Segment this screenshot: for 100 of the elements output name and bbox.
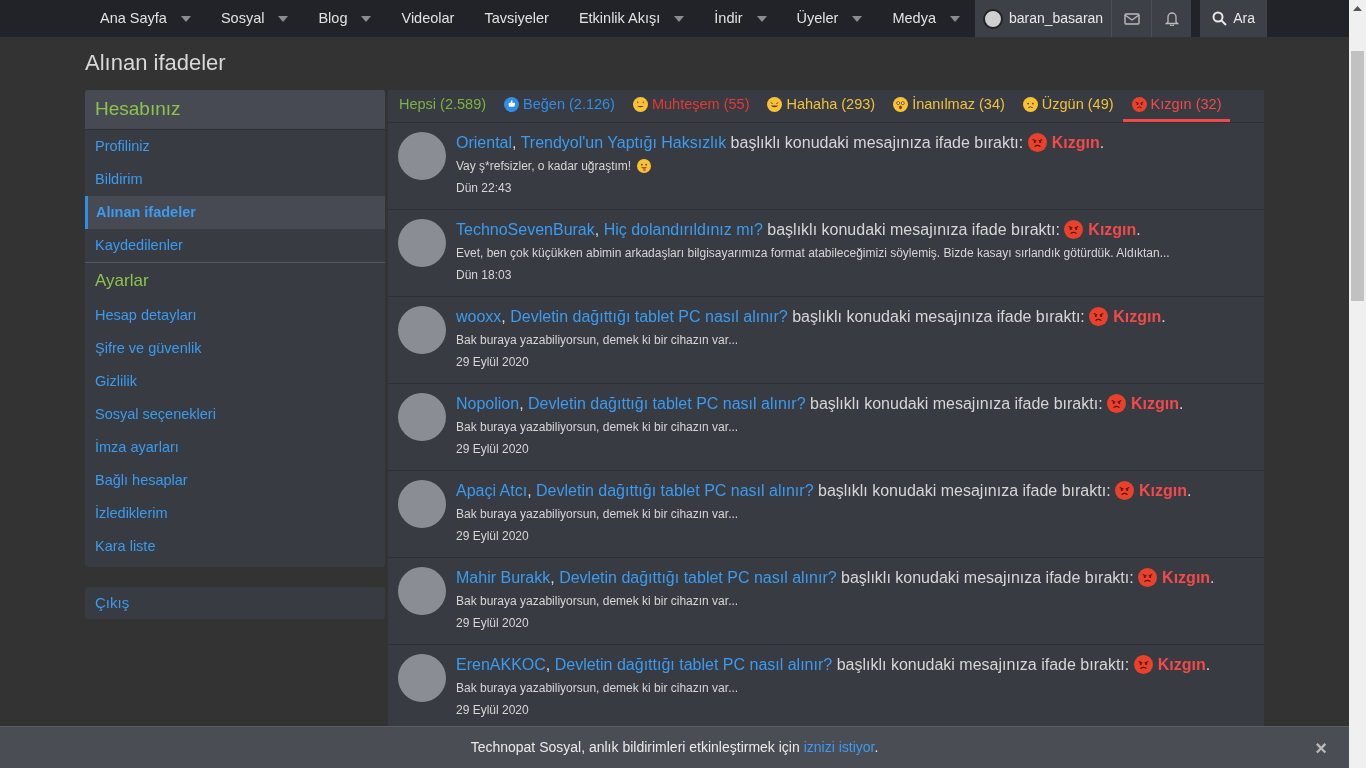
reaction-tab[interactable]: Hahaha (293) bbox=[758, 90, 885, 122]
surprised-face-icon bbox=[893, 97, 909, 112]
user-avatar bbox=[982, 8, 1003, 29]
scroll-up-arrow-icon bbox=[1353, 5, 1362, 11]
sidebar-item[interactable]: Alınan ifadeler bbox=[85, 196, 385, 229]
alert-time: 29 Eylül 2020 bbox=[456, 702, 530, 719]
nav-tab[interactable]: Medya bbox=[877, 0, 975, 37]
avatar-placeholder[interactable] bbox=[398, 654, 446, 702]
sidebar-item[interactable]: Şifre ve güvenlik bbox=[85, 332, 385, 365]
permission-link[interactable]: iznizi istiyor bbox=[803, 739, 875, 755]
avatar-placeholder[interactable] bbox=[398, 480, 446, 528]
angry-face-icon bbox=[1138, 568, 1158, 587]
message-snippet: Bak buraya yazabiliyorsun, demek ki bir cihazın var... bbox=[456, 593, 739, 610]
reaction-tab[interactable]: Muhteşem (55) bbox=[623, 90, 759, 122]
user-link[interactable]: TechnoSevenBurak bbox=[456, 221, 595, 238]
message-snippet: Vay ş*refsizler, o kadar uğraştım! bbox=[456, 158, 632, 175]
sidebar-item[interactable]: İmza ayarları bbox=[85, 431, 385, 464]
alerts-button[interactable] bbox=[1151, 0, 1192, 37]
nav-tab[interactable]: Üyeler bbox=[781, 0, 878, 37]
message-snippet: Bak buraya yazabiliyorsun, demek ki bir cihazın var... bbox=[456, 419, 739, 436]
user-link[interactable]: ErenAKKOC bbox=[456, 656, 546, 673]
laughing-face-icon bbox=[767, 97, 783, 112]
reaction-tab[interactable]: Üzgün (49) bbox=[1013, 90, 1123, 122]
thread-link[interactable]: Trendyol'un Yaptığı Haksızlık bbox=[520, 134, 727, 151]
nav-tab[interactable]: Sosyal bbox=[205, 0, 304, 37]
sidebar-item[interactable]: Profiliniz bbox=[85, 130, 385, 163]
reaction-tab[interactable]: Hepsi (2.589) bbox=[390, 90, 496, 122]
message-snippet: Evet, ben çok küçükken abimin arkadaşları bilgisayarımıza format atabileceğimizi söylemiş. Bizde kasayı sırlandık götürdük. Aldıktan... bbox=[456, 245, 1170, 262]
angry-face-icon bbox=[1089, 307, 1109, 326]
avatar-placeholder[interactable] bbox=[398, 567, 446, 615]
alert-message: Oriental, Trendyol'un Yaptığı Haksızlık başlıklı konudaki mesajınıza ifade bıraktı: Kızgın. bbox=[456, 132, 1105, 154]
nav-tab[interactable]: Tavsiyeler bbox=[469, 0, 564, 37]
envelope-icon bbox=[1123, 12, 1140, 25]
reaction-tab[interactable]: Kızgın (32) bbox=[1122, 90, 1231, 122]
sidebar-item[interactable]: İzlediklerim bbox=[85, 497, 385, 530]
user-link[interactable]: Apaçi Atcı bbox=[456, 482, 528, 499]
banner-message: Technopat Sosyal, anlık bildirimleri etkinleştirmek için iznizi istiyor. bbox=[470, 738, 879, 757]
user-link[interactable]: wooxx bbox=[456, 308, 502, 325]
angry-face-icon bbox=[1027, 133, 1047, 152]
message-snippet: Bak buraya yazabiliyorsun, demek ki bir cihazın var... bbox=[456, 680, 739, 697]
logout-link[interactable]: Çıkış bbox=[85, 587, 385, 619]
page-title: Alınan ifadeler bbox=[85, 49, 227, 77]
bell-icon bbox=[1164, 11, 1179, 26]
alert-message: Mahir Burakk, Devletin dağıttığı tablet PC nasıl alınır? başlıklı konudaki mesajınıza ifade bıraktı: Kızgın. bbox=[456, 567, 1215, 589]
angry-face-icon bbox=[1115, 481, 1134, 500]
user-link[interactable]: Nopolion bbox=[456, 395, 520, 412]
search-icon bbox=[1212, 11, 1228, 26]
sidebar-item[interactable]: Kaydedilenler bbox=[85, 229, 385, 262]
alert-message: Apaçi Atcı, Devletin dağıttığı tablet PC nasıl alınır? başlıklı konudaki mesajınıza ifade bıraktı: Kızgın. bbox=[456, 480, 1192, 502]
avatar-placeholder[interactable] bbox=[398, 132, 446, 180]
thread-link[interactable]: Devletin dağıttığı tablet PC nasıl alınır? bbox=[528, 395, 806, 412]
alert-time: Dün 18:03 bbox=[456, 267, 513, 284]
inbox-button[interactable] bbox=[1111, 0, 1152, 37]
search-button[interactable]: Ara bbox=[1200, 0, 1267, 37]
thread-link[interactable]: Devletin dağıttığı tablet PC nasıl alınır? bbox=[536, 482, 814, 499]
alert-time: 29 Eylül 2020 bbox=[456, 528, 530, 545]
thread-link[interactable]: Devletin dağıttığı tablet PC nasıl alınır? bbox=[510, 308, 788, 325]
nav-tab[interactable]: İndir bbox=[699, 0, 782, 37]
user-menu[interactable]: baran_basaran bbox=[974, 0, 1112, 37]
alert-time: 29 Eylül 2020 bbox=[456, 354, 530, 371]
angry-face-icon bbox=[1133, 655, 1153, 674]
angry-face-icon bbox=[1107, 394, 1126, 413]
nav-tab[interactable]: Ana Sayfa bbox=[85, 0, 206, 37]
thumbs-up-icon bbox=[504, 97, 520, 112]
heart-eyes-face-icon bbox=[632, 97, 648, 112]
avatar-placeholder[interactable] bbox=[398, 393, 446, 441]
sidebar-item[interactable]: Sosyal seçenekleri bbox=[85, 398, 385, 431]
user-link[interactable]: Oriental bbox=[456, 134, 513, 151]
thread-link[interactable]: Hiç dolandırıldınız mı? bbox=[603, 221, 763, 238]
avatar-placeholder[interactable] bbox=[398, 219, 446, 267]
alert-message: Nopolion, Devletin dağıttığı tablet PC nasıl alınır? başlıklı konudaki mesajınıza ifade bıraktı: Kızgın. bbox=[456, 393, 1184, 415]
sidebar-item[interactable]: Hesap detayları bbox=[85, 299, 385, 332]
alert-time: Dün 22:43 bbox=[456, 180, 513, 197]
sidebar-item[interactable]: Kara liste bbox=[85, 530, 385, 563]
nav-tab[interactable]: Etkinlik Akışı bbox=[563, 0, 700, 37]
scrollbar-thumb[interactable] bbox=[1351, 51, 1364, 301]
angry-face-icon bbox=[1131, 97, 1147, 112]
message-snippet: Bak buraya yazabiliyorsun, demek ki bir cihazın var... bbox=[456, 506, 739, 523]
sidebar-heading: Hesabınız bbox=[85, 90, 385, 130]
thread-link[interactable]: Devletin dağıttığı tablet PC nasıl alınır? bbox=[559, 569, 837, 586]
alert-time: 29 Eylül 2020 bbox=[456, 441, 530, 458]
alert-message: ErenAKKOC, Devletin dağıttığı tablet PC nasıl alınır? başlıklı konudaki mesajınıza ifade bıraktı: Kızgın. bbox=[456, 654, 1211, 676]
thread-link[interactable]: Devletin dağıttığı tablet PC nasıl alınır? bbox=[554, 656, 833, 673]
angry-face-icon bbox=[1064, 220, 1084, 239]
nav-tab[interactable]: Blog bbox=[303, 0, 387, 37]
sidebar-heading: Ayarlar bbox=[85, 262, 385, 299]
reaction-tab[interactable]: Beğen (2.126) bbox=[495, 90, 624, 122]
sad-face-icon bbox=[1022, 97, 1038, 112]
sidebar-item[interactable]: Gizlilik bbox=[85, 365, 385, 398]
sidebar-item[interactable]: Bağlı hesaplar bbox=[85, 464, 385, 497]
nav-tab[interactable]: Videolar bbox=[386, 0, 470, 37]
scrollbar[interactable] bbox=[1349, 0, 1366, 768]
alert-time: 29 Eylül 2020 bbox=[456, 615, 530, 632]
close-button[interactable]: × bbox=[1315, 737, 1327, 758]
avatar-placeholder[interactable] bbox=[398, 306, 446, 354]
user-link[interactable]: Mahir Burakk bbox=[456, 569, 551, 586]
alert-message: wooxx, Devletin dağıttığı tablet PC nasıl alınır? başlıklı konudaki mesajınıza ifade bıraktı: Kızgın. bbox=[456, 306, 1166, 328]
sidebar-item[interactable]: Bildirim bbox=[85, 163, 385, 196]
reaction-tab[interactable]: İnanılmaz (34) bbox=[884, 90, 1014, 122]
message-snippet: Bak buraya yazabiliyorsun, demek ki bir cihazın var... bbox=[456, 332, 739, 349]
